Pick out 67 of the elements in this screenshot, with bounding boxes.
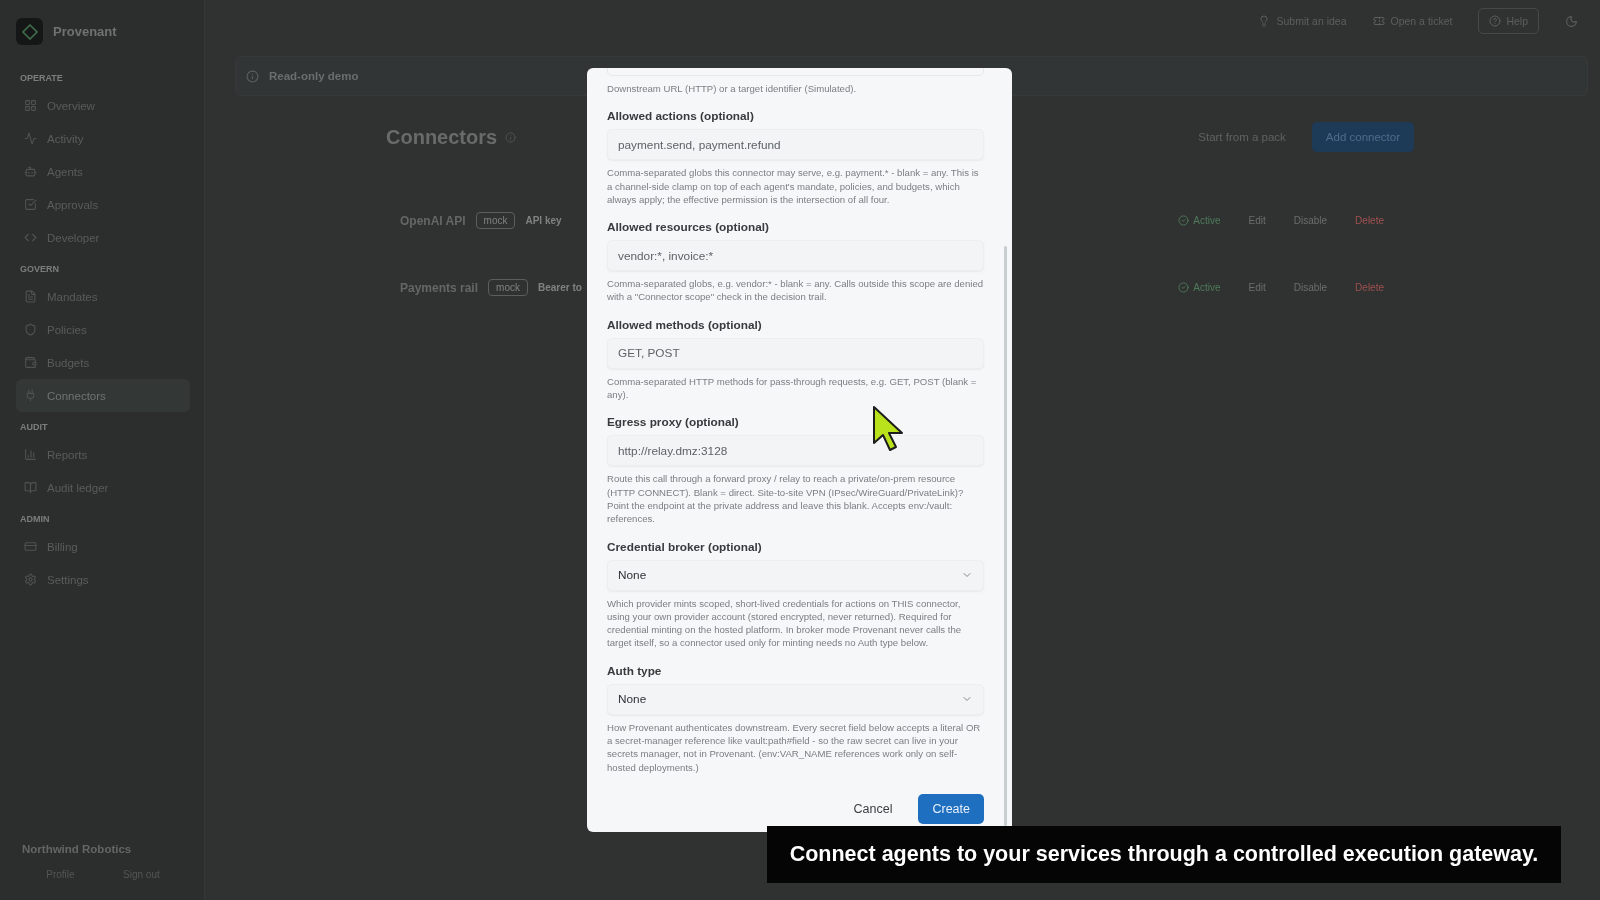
- cancel-button[interactable]: Cancel: [847, 800, 899, 817]
- status-text: Active: [1193, 215, 1221, 226]
- nav-icon: [24, 290, 37, 303]
- select-field[interactable]: None: [607, 559, 984, 591]
- field-label: Credential broker (optional): [607, 539, 763, 554]
- video-caption: Connect agents to your services through a controlled execution gateway.: [767, 826, 1561, 883]
- nav-icon: [24, 165, 37, 178]
- banner-title: Read-only demo: [269, 70, 359, 82]
- check-circle-icon: [1178, 282, 1190, 293]
- field-hint: How Provenant authenticates downstream. Every secret field below accepts a literal OR a secret-manager reference like vault:path#field - so the raw secret can live in your secrets manager, not in Provenant. (env:VAR_NAME references work only on self-hosted deployments.): [607, 720, 982, 774]
- section-title: GOVERN: [20, 264, 60, 274]
- brand-name: Provenant: [53, 24, 117, 39]
- mock-tag: mock: [488, 279, 528, 296]
- cursor-icon: [872, 405, 906, 453]
- nav-icon: [24, 573, 37, 586]
- nav-icon: [24, 540, 37, 553]
- nav-icon: [24, 356, 37, 369]
- input-field[interactable]: payment.send, payment.refund: [607, 129, 984, 161]
- page-title: Connectors: [386, 125, 498, 149]
- field-hint: Comma-separated globs, e.g. vendor:* - blank = any. Calls outside this scope are denied with a "Connector scope" check in the decision trail.: [607, 277, 984, 304]
- nav-icon: [24, 99, 37, 112]
- field-hint: Downstream URL (HTTP) or a target identifier (Simulated).: [607, 82, 858, 96]
- field-label: Allowed methods (optional): [607, 317, 763, 332]
- section-title: ADMIN: [20, 514, 51, 524]
- info-icon: [246, 69, 259, 83]
- field-hint: Route this call through a forward proxy / relay to reach a private/on-prem resource (HTTP CONNECT). Blank = direct. Site-to-site VPN (IPsec/WireGuard/PrivateLink)? Point the endpoint at the private address and leave this blank. Accepts env:/vault: references.: [607, 472, 965, 526]
- field-label: Egress proxy (optional): [607, 415, 740, 430]
- input-field[interactable]: http://relay.dmz:3128: [607, 435, 984, 467]
- auth-type: API key: [525, 215, 562, 226]
- nav-icon: [24, 231, 37, 244]
- row-action-link[interactable]: Delete: [1355, 282, 1384, 293]
- nav-icon: [24, 323, 37, 336]
- section-title: AUDIT: [20, 422, 49, 432]
- nav-icon: [24, 481, 37, 494]
- input-field[interactable]: GET, POST: [607, 337, 984, 369]
- row-action-link[interactable]: Delete: [1355, 215, 1384, 226]
- org-name: Northwind Robotics: [22, 843, 133, 855]
- section-title: OPERATE: [20, 73, 64, 83]
- input-field[interactable]: vendor:*, invoice:*: [607, 240, 984, 272]
- field-hint: Comma-separated globs this connector may serve, e.g. payment.* - blank = any. This is a channel-side clamp on top of each agent's mandate, policies, and budgets, which always apply; the effective permission is the intersection of all four.: [607, 166, 980, 207]
- field-hint: Which provider mints scoped, short-lived credentials for actions on THIS connector, using your own provider account (stored encrypted, never returned). Required for credential minting on the hosted platform. In broker mode Provenant never calls the target itself, so a connector used only for minting needs no Auth type below.: [607, 596, 963, 650]
- scrollbar[interactable]: [1004, 246, 1007, 826]
- check-circle-icon: [1178, 215, 1190, 226]
- theme-toggle-icon[interactable]: [1565, 14, 1578, 28]
- field-label: Auth type: [607, 663, 663, 678]
- help-icon: [1489, 15, 1502, 27]
- nav-item[interactable]: Connectors: [16, 379, 190, 412]
- status-text: Active: [1193, 282, 1221, 293]
- ticket-icon: [1372, 15, 1385, 27]
- row-action-link[interactable]: Disable: [1293, 215, 1328, 226]
- info-icon: [505, 131, 517, 143]
- lightbulb-icon: [1258, 15, 1271, 27]
- row-action-link[interactable]: Edit: [1248, 282, 1266, 293]
- field-label: Allowed actions (optional): [607, 109, 755, 124]
- field-hint: Comma-separated HTTP methods for pass-through requests, e.g. GET, POST (blank = any).: [607, 374, 978, 402]
- logo-icon: [16, 18, 43, 45]
- auth-type: Bearer to: [537, 282, 582, 293]
- nav-icon: [24, 389, 37, 402]
- select-field[interactable]: None: [607, 683, 984, 715]
- create-button[interactable]: Create: [918, 793, 984, 824]
- row-action-link[interactable]: Disable: [1293, 282, 1328, 293]
- mock-tag: mock: [475, 212, 516, 229]
- row-action-link[interactable]: Edit: [1248, 215, 1266, 226]
- nav-icon: [24, 198, 37, 211]
- nav-icon: [24, 132, 37, 145]
- field-label: Allowed resources (optional): [607, 220, 770, 235]
- nav-icon: [24, 448, 37, 461]
